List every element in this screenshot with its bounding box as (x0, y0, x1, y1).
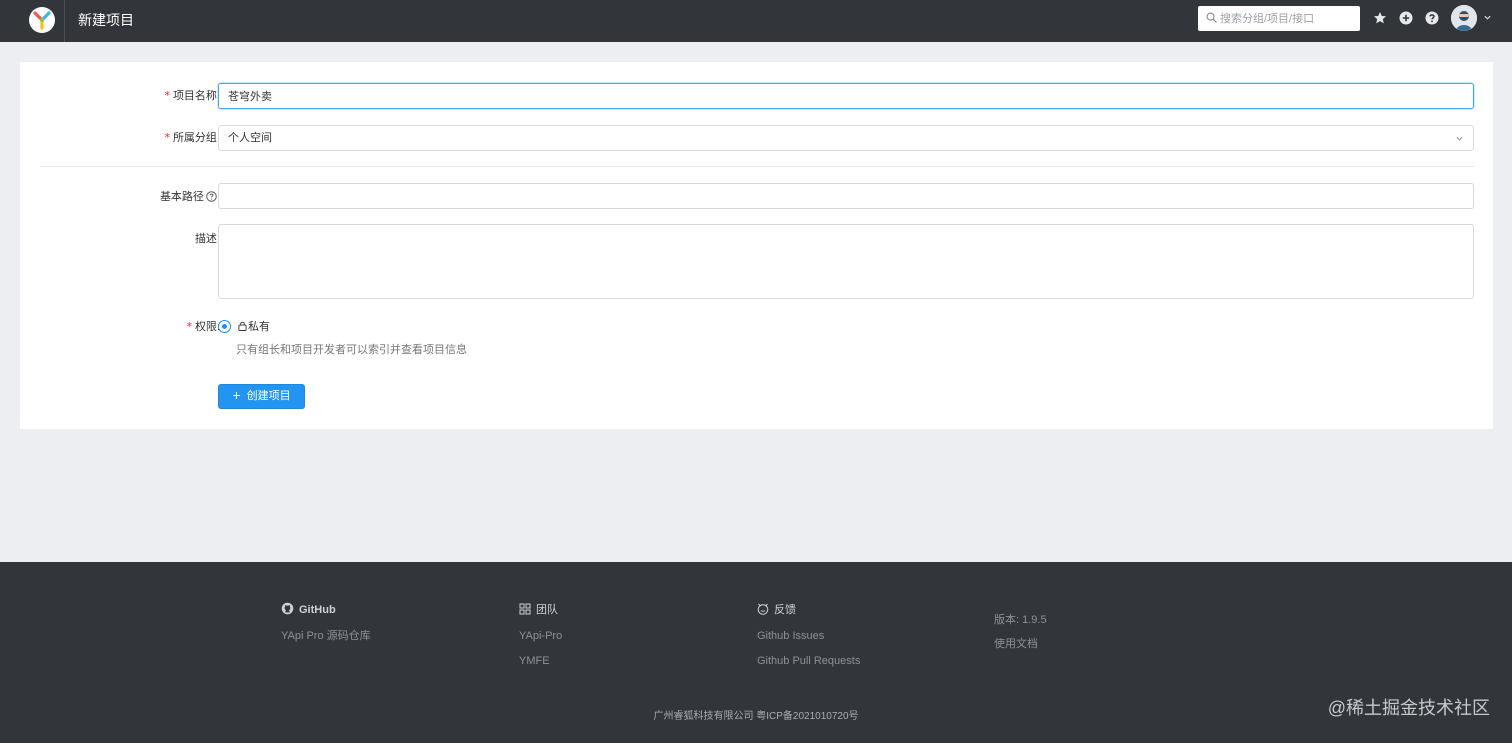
star-icon[interactable] (1373, 11, 1387, 25)
footer: GitHub YApi Pro 源码仓库 团队 YApi-Pro YMFE 反馈… (0, 562, 1512, 743)
footer-link-yapi-pro[interactable]: YApi-Pro (519, 628, 562, 644)
footer-link-github-pull-requests[interactable]: Github Pull Requests (757, 653, 860, 669)
top-header: 新建项目 (0, 0, 1512, 42)
footer-team-column: 团队 YApi-Pro YMFE (519, 602, 562, 669)
group-select[interactable]: 个人空间 (218, 125, 1474, 151)
footer-github-column: GitHub YApi Pro 源码仓库 (281, 602, 371, 644)
question-circle-icon[interactable] (1425, 11, 1439, 25)
chevron-down-icon (1456, 136, 1463, 141)
footer-feedback-column: 反馈 Github Issues Github Pull Requests (757, 602, 860, 669)
footer-github-title: GitHub (281, 602, 371, 618)
team-icon (519, 603, 531, 615)
basepath-label: 基本路径: (20, 189, 220, 205)
radio-dot (222, 324, 227, 329)
feedback-icon (757, 603, 769, 615)
footer-feedback-title: 反馈 (757, 602, 860, 618)
create-project-button[interactable]: + 创建项目 (218, 384, 305, 409)
private-radio[interactable] (218, 320, 231, 333)
project-name-label: *项目名称: (164, 89, 220, 102)
user-avatar[interactable] (1451, 5, 1477, 31)
footer-info-column: 版本: 1.9.5 使用文档 (994, 612, 1047, 652)
private-radio-label[interactable]: 私有 (238, 319, 270, 335)
permission-hint: 只有组长和项目开发者可以索引并查看项目信息 (236, 344, 467, 356)
basepath-input[interactable] (218, 183, 1474, 209)
lock-icon (238, 321, 247, 331)
plus-icon: + (232, 387, 241, 403)
footer-version: 版本: 1.9.5 (994, 614, 1047, 626)
footer-link-yapi-pro-repo[interactable]: YApi Pro 源码仓库 (281, 628, 371, 644)
footer-copyright: 广州睿狐科技有限公司 粤ICP备2021010720号 (653, 711, 859, 722)
form-divider (40, 166, 1474, 167)
footer-team-title: 团队 (519, 602, 562, 618)
search-box[interactable] (1198, 6, 1360, 31)
logo-container[interactable] (20, 0, 65, 42)
github-icon (281, 602, 294, 615)
plus-circle-icon[interactable] (1399, 11, 1413, 25)
yapi-logo-icon[interactable] (29, 7, 55, 33)
group-select-value: 个人空间 (228, 132, 272, 144)
search-input[interactable] (1220, 6, 1356, 31)
help-icon[interactable] (206, 191, 217, 202)
caret-down-icon[interactable] (1483, 13, 1492, 22)
footer-link-ymfe[interactable]: YMFE (519, 653, 562, 669)
watermark: @稀土掘金技术社区 (1327, 698, 1490, 718)
description-label: 描述: (194, 233, 220, 245)
footer-link-github-issues[interactable]: Github Issues (757, 628, 860, 644)
project-name-input[interactable] (218, 83, 1474, 109)
new-project-form: *项目名称: *所属分组: 个人空间 基本路径: 描述: *权限: 私有 只有组… (20, 62, 1493, 429)
description-textarea[interactable] (218, 224, 1474, 299)
search-icon (1206, 12, 1217, 23)
group-label: *所属分组: (164, 131, 220, 144)
footer-link-docs[interactable]: 使用文档 (994, 636, 1047, 652)
page-title: 新建项目 (78, 12, 134, 28)
permission-label: *权限: (186, 320, 220, 333)
